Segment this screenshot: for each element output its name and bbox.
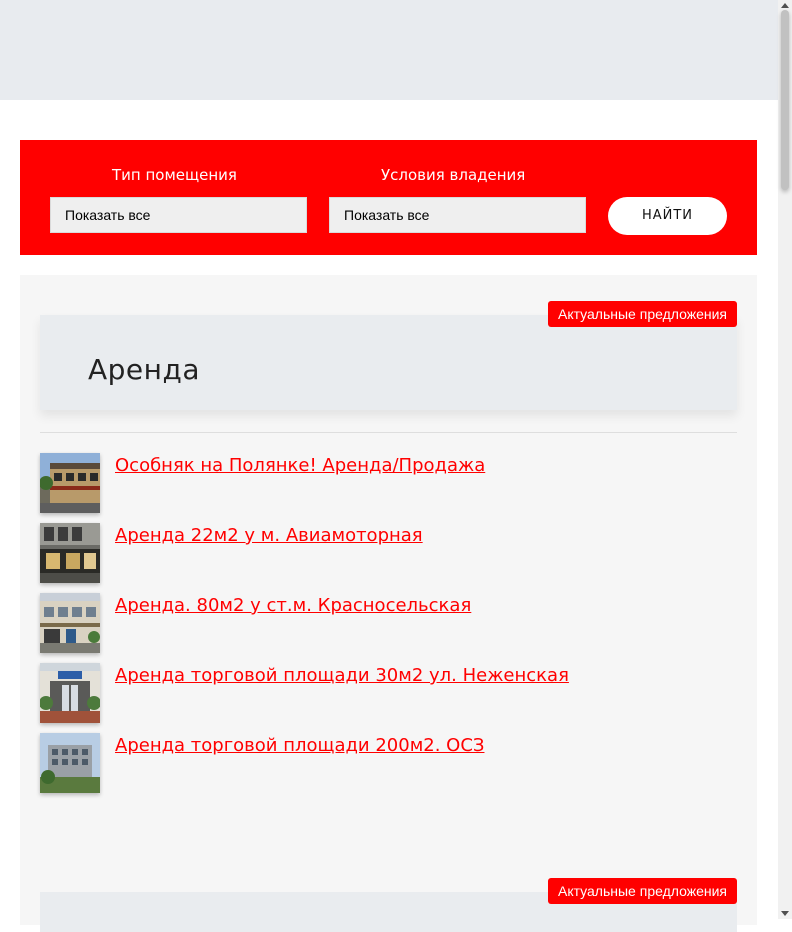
offer-thumbnail[interactable] — [40, 523, 100, 583]
list-item: Аренда торговой площади 30м2 ул. Неженск… — [40, 663, 737, 723]
current-offers-badge: Актуальные предложения — [547, 301, 737, 327]
offer-thumbnail[interactable] — [40, 453, 100, 513]
type-filter-label: Тип помещения — [112, 166, 237, 184]
scroll-up-icon[interactable] — [781, 3, 789, 8]
search-button[interactable]: НАЙТИ — [608, 197, 727, 235]
offer-link[interactable]: Аренда 22м2 у м. Авиамоторная — [115, 525, 423, 546]
section-title: Аренда — [88, 353, 200, 386]
ownership-select[interactable]: Показать все — [329, 197, 586, 233]
top-banner — [0, 0, 778, 100]
section-header: Аренда — [40, 315, 737, 410]
scrollbar[interactable] — [778, 0, 792, 919]
list-item: Аренда 22м2 у м. Авиамоторная — [40, 523, 737, 583]
ownership-filter-label: Условия владения — [381, 166, 526, 184]
offer-link[interactable]: Аренда торговой площади 30м2 ул. Неженск… — [115, 665, 569, 686]
list-item: Особняк на Полянке! Аренда/Продажа — [40, 453, 737, 513]
offers-listing: Аренда Актуальные предложения Особняк на… — [20, 275, 757, 932]
scroll-down-icon[interactable] — [781, 911, 789, 916]
offer-link[interactable]: Аренда торговой площади 200м2. ОСЗ — [115, 735, 484, 756]
list-item: Аренда. 80м2 у ст.м. Красносельская — [40, 593, 737, 653]
offer-thumbnail[interactable] — [40, 593, 100, 653]
type-select[interactable]: Показать все — [50, 197, 307, 233]
current-offers-badge: Актуальные предложения — [547, 878, 737, 904]
scrollbar-thumb[interactable] — [781, 10, 789, 190]
divider — [40, 432, 737, 433]
offer-link[interactable]: Аренда. 80м2 у ст.м. Красносельская — [115, 595, 471, 616]
offer-thumbnail[interactable] — [40, 733, 100, 793]
offer-thumbnail[interactable] — [40, 663, 100, 723]
offer-link[interactable]: Особняк на Полянке! Аренда/Продажа — [115, 455, 485, 476]
filter-bar: Тип помещения Показать все Условия владе… — [20, 140, 757, 255]
list-item: Аренда торговой площади 200м2. ОСЗ — [40, 733, 737, 793]
